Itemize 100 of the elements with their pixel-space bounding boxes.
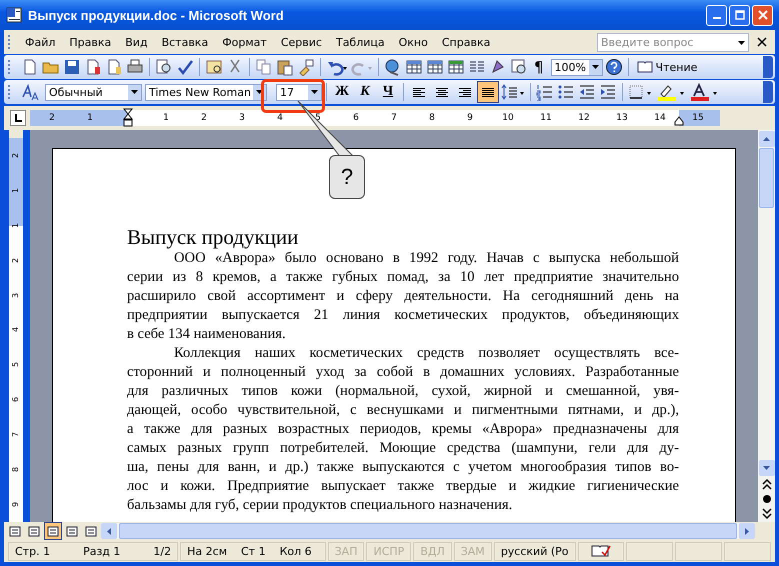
scroll-thumb[interactable] bbox=[759, 148, 774, 208]
ruler-number: 2 bbox=[49, 113, 55, 123]
ruler-number: 12 bbox=[578, 113, 590, 123]
status-text: Кол 6 bbox=[280, 544, 312, 558]
menu-item[interactable]: Таблица bbox=[330, 36, 393, 48]
ruler-number: 3 bbox=[239, 113, 245, 123]
maximize-button[interactable] bbox=[729, 4, 750, 26]
ruler-number: 4 bbox=[12, 327, 20, 333]
font-size-dropdown[interactable]: 17 bbox=[276, 84, 322, 100]
menu-item[interactable]: Вид bbox=[119, 36, 156, 48]
ruler-number: 1 bbox=[12, 188, 20, 193]
print-preview-icon[interactable] bbox=[155, 58, 173, 76]
indent-marker-icon[interactable] bbox=[123, 108, 133, 128]
scroll-left-button[interactable] bbox=[101, 523, 117, 539]
close-icon bbox=[758, 10, 768, 20]
paste-icon[interactable] bbox=[276, 58, 294, 76]
bullets-icon[interactable] bbox=[557, 83, 575, 101]
window-title: Выпуск продукции.doc - Microsoft Word bbox=[28, 8, 285, 22]
minimize-button[interactable] bbox=[706, 4, 727, 26]
document-heading: Выпуск продукции bbox=[127, 225, 300, 249]
up-arrow-icon bbox=[763, 137, 770, 141]
toolbar-grip bbox=[8, 35, 13, 49]
vertical-scrollbar[interactable] bbox=[758, 130, 775, 522]
toolbar-grip bbox=[8, 85, 13, 99]
styles-icon[interactable] bbox=[21, 83, 41, 101]
ruler-number: 11 bbox=[540, 113, 552, 123]
ruler-number: 13 bbox=[616, 113, 628, 123]
spreadsheet-icon[interactable] bbox=[447, 58, 465, 76]
ruler-number: 7 bbox=[391, 113, 397, 123]
copy-icon[interactable] bbox=[255, 58, 273, 76]
caret-icon bbox=[592, 65, 599, 69]
close-button[interactable] bbox=[752, 4, 773, 26]
font-color-icon[interactable] bbox=[690, 83, 720, 101]
ruler-number: 3 bbox=[12, 292, 20, 298]
reading-button[interactable]: Чтение bbox=[632, 60, 702, 74]
highlight-icon[interactable] bbox=[657, 83, 687, 101]
menu-item[interactable]: Справка bbox=[436, 36, 498, 48]
document-icon bbox=[6, 7, 22, 23]
paragraph: Коллекция наших косметических средств позволяет осуществлять все- сторонний и полноценный уход за собой в домашних условиях. Разработанные для различных типов кожи (нормальной, сухой, жирной и смешанной, увя- дающей, особо чувствительной, с веснушками и пигментными пятнами, и др.), а также для разных возрастных периодов, кремы «Аврора» предназначены для самых разных групп потребителей. Моющие средства (шампуни, гели для ду- ша, пены для ванн, и др.) также выпускаются с учетом многообразия типов во- лос и кожи. Предприятие выпускает также твердые и жидкие гигиенические бальзамы для губ, серии продуктов специального назначения. bbox=[127, 344, 679, 515]
font-dropdown[interactable]: Times New Roman bbox=[145, 84, 267, 100]
numbering-icon[interactable] bbox=[536, 83, 554, 101]
caret-icon bbox=[738, 40, 745, 44]
scroll-up-button[interactable] bbox=[758, 131, 774, 147]
maximize-icon bbox=[734, 10, 744, 20]
menu-item[interactable]: Файл bbox=[19, 36, 64, 48]
spelling-icon[interactable] bbox=[176, 58, 194, 76]
caret-icon bbox=[256, 90, 263, 94]
borders-icon[interactable] bbox=[628, 83, 654, 101]
tab-selector-button[interactable] bbox=[10, 110, 26, 126]
caret-icon bbox=[311, 90, 318, 94]
ruler-number: 9 bbox=[467, 113, 473, 123]
underline-button[interactable]: Ч bbox=[377, 82, 399, 102]
ruler-number: 2 bbox=[12, 258, 20, 263]
callout-bubble: ? bbox=[329, 155, 365, 199]
insert-table-icon[interactable] bbox=[426, 58, 444, 76]
line-spacing-icon[interactable] bbox=[501, 83, 525, 101]
increase-indent-icon[interactable] bbox=[599, 83, 617, 101]
status-text: ЗАМ bbox=[460, 544, 485, 558]
book-icon bbox=[636, 60, 653, 74]
ruler-number: 2 bbox=[12, 152, 20, 158]
toolbar-grip bbox=[8, 60, 13, 74]
help-search-field[interactable]: Введите вопрос bbox=[597, 32, 749, 52]
menu-item[interactable]: Сервис bbox=[274, 36, 330, 48]
status-text: русский (Ро bbox=[500, 544, 568, 558]
ruler-number: 10 bbox=[502, 113, 514, 123]
ruler-number: 8 bbox=[12, 467, 20, 472]
scroll-down-button[interactable] bbox=[758, 460, 774, 476]
format-painter-icon[interactable] bbox=[297, 58, 315, 76]
help-icon[interactable] bbox=[604, 58, 623, 76]
status-text: Ст 1 bbox=[241, 544, 266, 558]
ruler-number: 8 bbox=[429, 113, 435, 123]
ruler-number: 14 bbox=[654, 113, 666, 123]
status-panel bbox=[724, 542, 771, 560]
status-text: ИСПР bbox=[373, 544, 404, 558]
status-text: ВДЛ bbox=[420, 544, 445, 558]
close-icon[interactable] bbox=[757, 37, 767, 47]
paragraph: ООО «Аврора» было основано в 1992 году. Начав с выпуска небольшой серии из 8 кремов, а также губных помад, за 10 лет предприятие значительно расширило свой ассортимент и сферу деятельности. На сегодняшний день на предприятии выпускается 21 линия косметических продуктов, объединяющих в себе 134 наименования. bbox=[127, 249, 679, 344]
print-layout-icon[interactable] bbox=[44, 522, 62, 540]
italic-button[interactable]: К bbox=[354, 82, 376, 102]
zoom-dropdown[interactable]: 100% bbox=[550, 58, 603, 76]
right-indent-marker-icon[interactable] bbox=[674, 116, 684, 126]
ruler-number: 15 bbox=[692, 113, 704, 123]
bold-button[interactable]: Ж bbox=[331, 82, 353, 102]
ruler-number: 6 bbox=[353, 113, 359, 123]
status-text: На 2см bbox=[187, 544, 227, 558]
ruler-number: 1 bbox=[163, 113, 169, 123]
justify-icon[interactable] bbox=[477, 81, 499, 103]
ruler-number: 6 bbox=[12, 397, 20, 402]
ruler-number: 9 bbox=[12, 502, 20, 508]
down-arrow-icon bbox=[763, 466, 770, 470]
status-text: Разд 1 bbox=[83, 544, 120, 558]
menu-item[interactable]: Правка bbox=[63, 36, 120, 48]
style-dropdown[interactable]: Обычный bbox=[45, 84, 142, 100]
decrease-indent-icon[interactable] bbox=[578, 83, 596, 101]
spelling-status-icon[interactable] bbox=[590, 544, 611, 558]
menu-item[interactable]: Формат bbox=[216, 36, 275, 48]
menu-item[interactable]: Окно bbox=[392, 36, 436, 48]
scroll-right-button[interactable] bbox=[739, 523, 755, 539]
show-formatting-button[interactable]: ¶ bbox=[530, 58, 548, 76]
menu-item[interactable]: Вставка bbox=[156, 36, 216, 48]
